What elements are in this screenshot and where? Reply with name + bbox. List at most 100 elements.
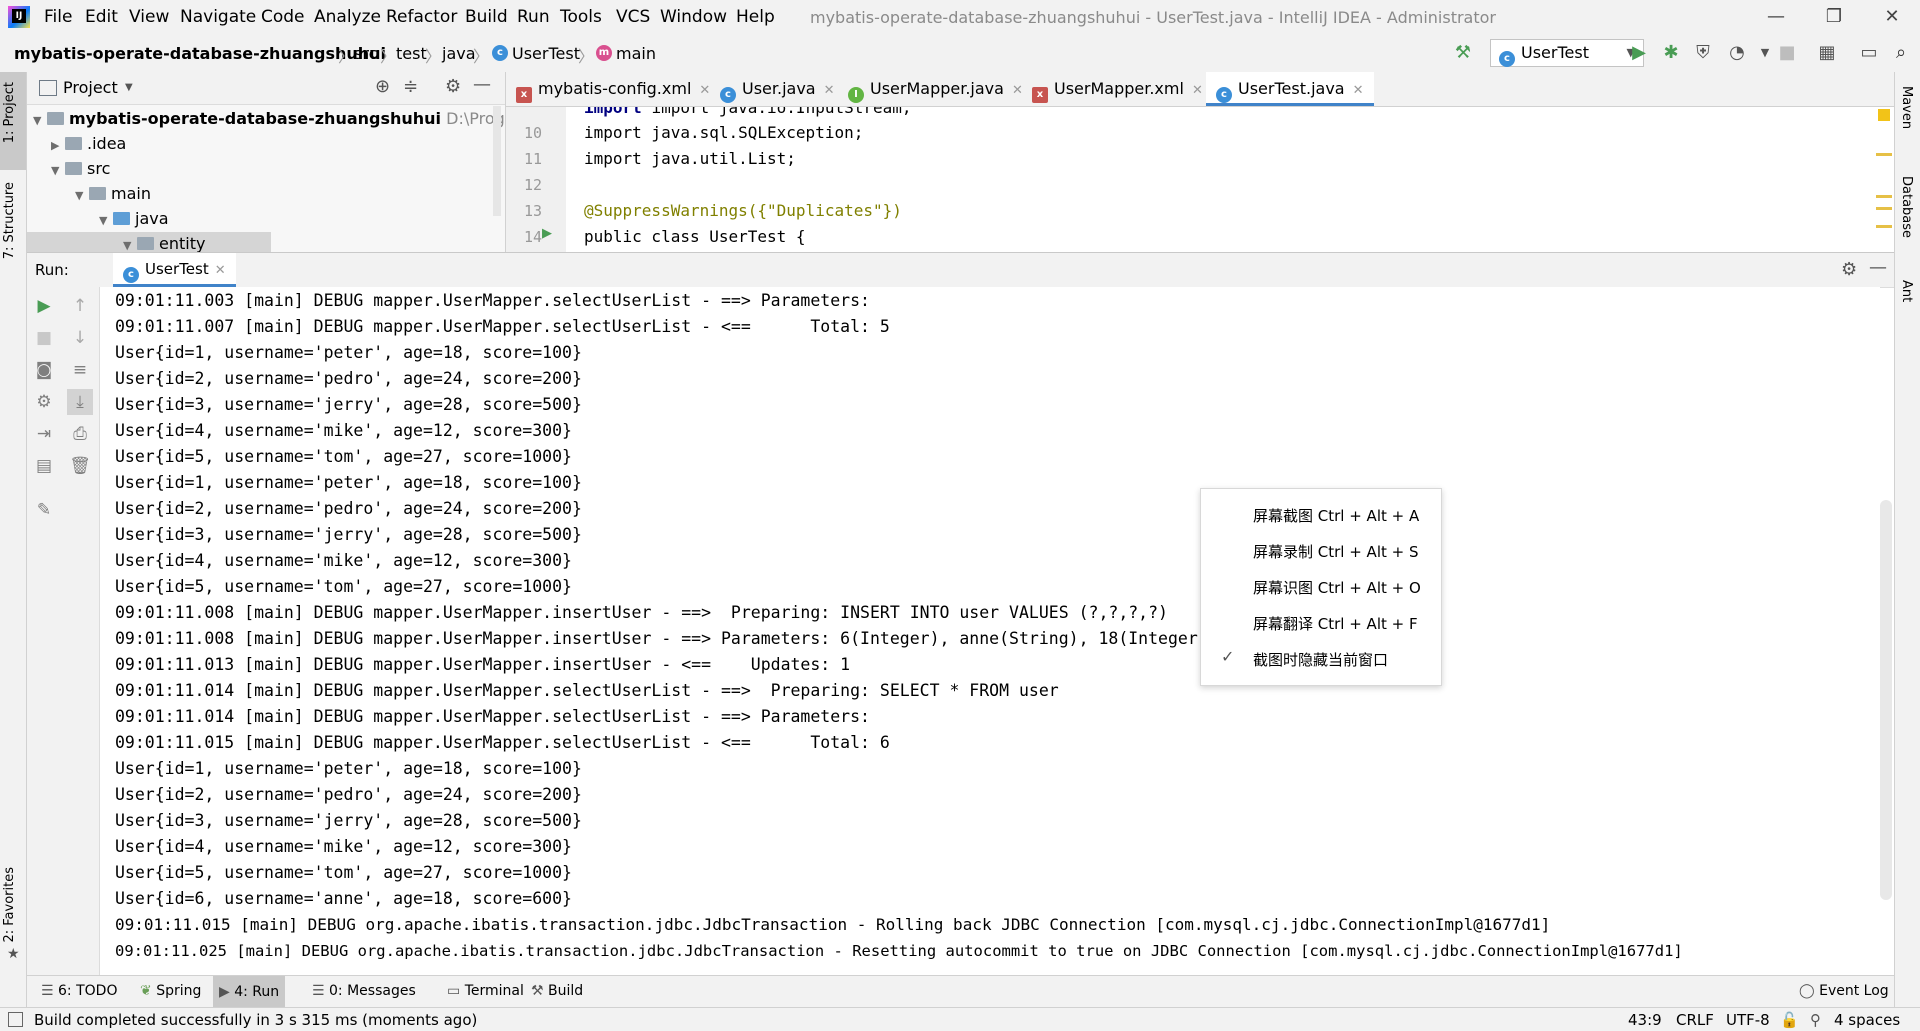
search-icon[interactable]: ⌕ [1888,40,1914,66]
arrow-up-icon[interactable]: ↑ [69,295,91,317]
menu-view[interactable]: View [129,7,169,27]
soft-wrap-icon[interactable]: ≡ [69,359,91,381]
locate-icon[interactable]: ⊕ [375,76,390,97]
run-gutter-icon[interactable]: ▶ [542,226,552,241]
menu-navigate[interactable]: Navigate [180,7,256,27]
menu-item-screen-capture[interactable]: 屏幕截图 Ctrl + Alt + A [1253,505,1419,526]
rerun-icon[interactable]: ▶ [33,295,55,317]
hide-panel-icon[interactable]: — [473,74,491,95]
tab-spring[interactable]: ❦ Spring [140,983,201,999]
error-stripe-marker[interactable] [1876,207,1892,210]
stop-icon[interactable]: ■ [1774,40,1800,66]
profile-icon[interactable]: ◔ [1724,40,1750,66]
tab-mybatis-config-xml[interactable]: x mybatis-config.xml ✕ [516,72,710,106]
project-structure-icon[interactable]: ▦ [1814,40,1840,66]
camera-icon[interactable]: ◙ [33,359,55,381]
close-icon[interactable]: ✕ [824,83,835,98]
tree-item-src[interactable]: ▼ src [51,157,110,181]
close-icon[interactable]: ✕ [699,83,710,98]
chevron-down-icon[interactable]: ▼ [125,82,133,93]
breadcrumb-test[interactable]: test [396,44,427,63]
gear-icon[interactable]: ⚙ [445,76,461,97]
layout-icon[interactable]: ▭ [1856,40,1882,66]
run-tab-usertest[interactable]: c UserTest ✕ [113,253,236,287]
hide-panel-icon[interactable]: — [1869,257,1887,278]
gear-icon[interactable]: ⚙ [1841,259,1857,280]
lock-icon[interactable]: 🔓 [1780,1011,1799,1029]
project-scrollbar[interactable] [493,106,501,216]
menu-edit[interactable]: Edit [85,7,118,27]
tab-ant[interactable]: Ant [1899,280,1914,302]
pin-icon[interactable]: ✎ [33,499,55,521]
tree-item-java[interactable]: ▼ java [99,207,169,231]
tab-structure[interactable]: 7: Structure [2,182,17,259]
settings-icon[interactable]: ⚙ [33,391,55,413]
tab-favorites[interactable]: 2: Favorites [2,867,17,943]
menu-item-screen-ocr[interactable]: 屏幕识图 Ctrl + Alt + O [1253,577,1421,598]
breadcrumb-project[interactable]: mybatis-operate-database-zhuangshuhui [14,44,386,63]
print-icon[interactable]: ⎙ [69,423,91,445]
menu-analyze[interactable]: Analyze [314,7,381,27]
error-stripe-marker[interactable] [1876,195,1892,198]
close-icon[interactable]: ✕ [1353,83,1364,98]
run-icon[interactable]: ▶ [1626,40,1652,66]
tab-messages[interactable]: ☰ 0: Messages [312,983,416,999]
exit-icon[interactable]: ⇥ [33,423,55,445]
close-icon[interactable]: ✕ [1192,83,1203,98]
arrow-down-icon[interactable]: ↓ [69,327,91,349]
tab-build[interactable]: ⚒ Build [531,983,583,999]
menu-tools[interactable]: Tools [560,7,602,27]
minimize-icon[interactable]: — [1762,5,1790,29]
restore-icon[interactable]: ❐ [1820,5,1848,29]
build-hammer-icon[interactable]: ⚒ [1450,40,1476,66]
close-icon[interactable]: ✕ [215,263,226,278]
breadcrumb-class[interactable]: UserTest [512,44,580,63]
git-icon[interactable]: ⚲ [1810,1011,1821,1029]
stop-icon[interactable]: ■ [33,327,55,349]
debug-icon[interactable]: ✱ [1658,40,1684,66]
status-message[interactable]: Build completed successfully in 3 s 315 … [34,1011,477,1029]
tab-database[interactable]: Database [1899,176,1914,238]
code-editor[interactable]: import import java.io.InputStream; 10 im… [506,107,1894,252]
tab-terminal[interactable]: ▭ Terminal [447,983,524,999]
breadcrumb-src[interactable]: src [354,44,377,63]
coverage-icon[interactable]: ⛨ [1690,40,1716,66]
tab-user-java[interactable]: c User.java ✕ [720,72,835,106]
tab-event-log[interactable]: ◯ Event Log [1799,983,1889,999]
run-config-selector[interactable]: c UserTest ▼ [1490,39,1644,67]
menu-vcs[interactable]: VCS [616,7,650,27]
menu-build[interactable]: Build [465,7,508,27]
close-window-icon[interactable]: ✕ [1878,5,1906,29]
console-output[interactable]: 09:01:11.003 [main] DEBUG mapper.UserMap… [100,287,1880,975]
tab-usermapper-xml[interactable]: x UserMapper.xml ✕ [1032,72,1203,106]
breadcrumb-java[interactable]: java [442,44,476,63]
menu-run[interactable]: Run [517,7,550,27]
layout-icon[interactable]: ▤ [33,455,55,477]
tab-todo[interactable]: ☰ 6: TODO [41,983,117,999]
menu-item-hide-window[interactable]: 截图时隐藏当前窗口 [1253,649,1388,670]
menu-code[interactable]: Code [261,7,305,27]
tab-maven[interactable]: Maven [1899,86,1914,129]
file-encoding[interactable]: UTF-8 [1726,1011,1770,1029]
tab-run[interactable]: ▶ 4: Run [213,976,286,1008]
tree-item-main[interactable]: ▼ main [75,182,151,206]
project-view-title[interactable]: Project [63,78,118,97]
menu-help[interactable]: Help [736,7,775,27]
tab-usertest-java[interactable]: c UserTest.java ✕ [1206,72,1374,106]
tab-project[interactable]: 1: Project [2,82,17,143]
tab-usermapper-java[interactable]: I UserMapper.java ✕ [848,72,1023,106]
scroll-to-end-icon[interactable]: ⤓ [67,389,93,415]
console-scrollbar[interactable] [1880,500,1892,900]
menu-refactor[interactable]: Refactor [386,7,457,27]
status-toggle-icon[interactable] [8,1012,23,1027]
menu-window[interactable]: Window [660,7,727,27]
menu-item-screen-record[interactable]: 屏幕录制 Ctrl + Alt + S [1253,541,1419,562]
tree-item-idea[interactable]: ▶ .idea [51,132,126,156]
collapse-all-icon[interactable]: ≑ [403,76,418,97]
error-stripe-marker[interactable] [1876,225,1892,228]
breadcrumb-method[interactable]: main [616,44,656,63]
tree-item-entity[interactable]: ▼ entity [27,232,271,252]
error-stripe-marker[interactable] [1876,153,1892,156]
indent-setting[interactable]: 4 spaces [1834,1011,1900,1029]
menu-file[interactable]: File [44,7,72,27]
